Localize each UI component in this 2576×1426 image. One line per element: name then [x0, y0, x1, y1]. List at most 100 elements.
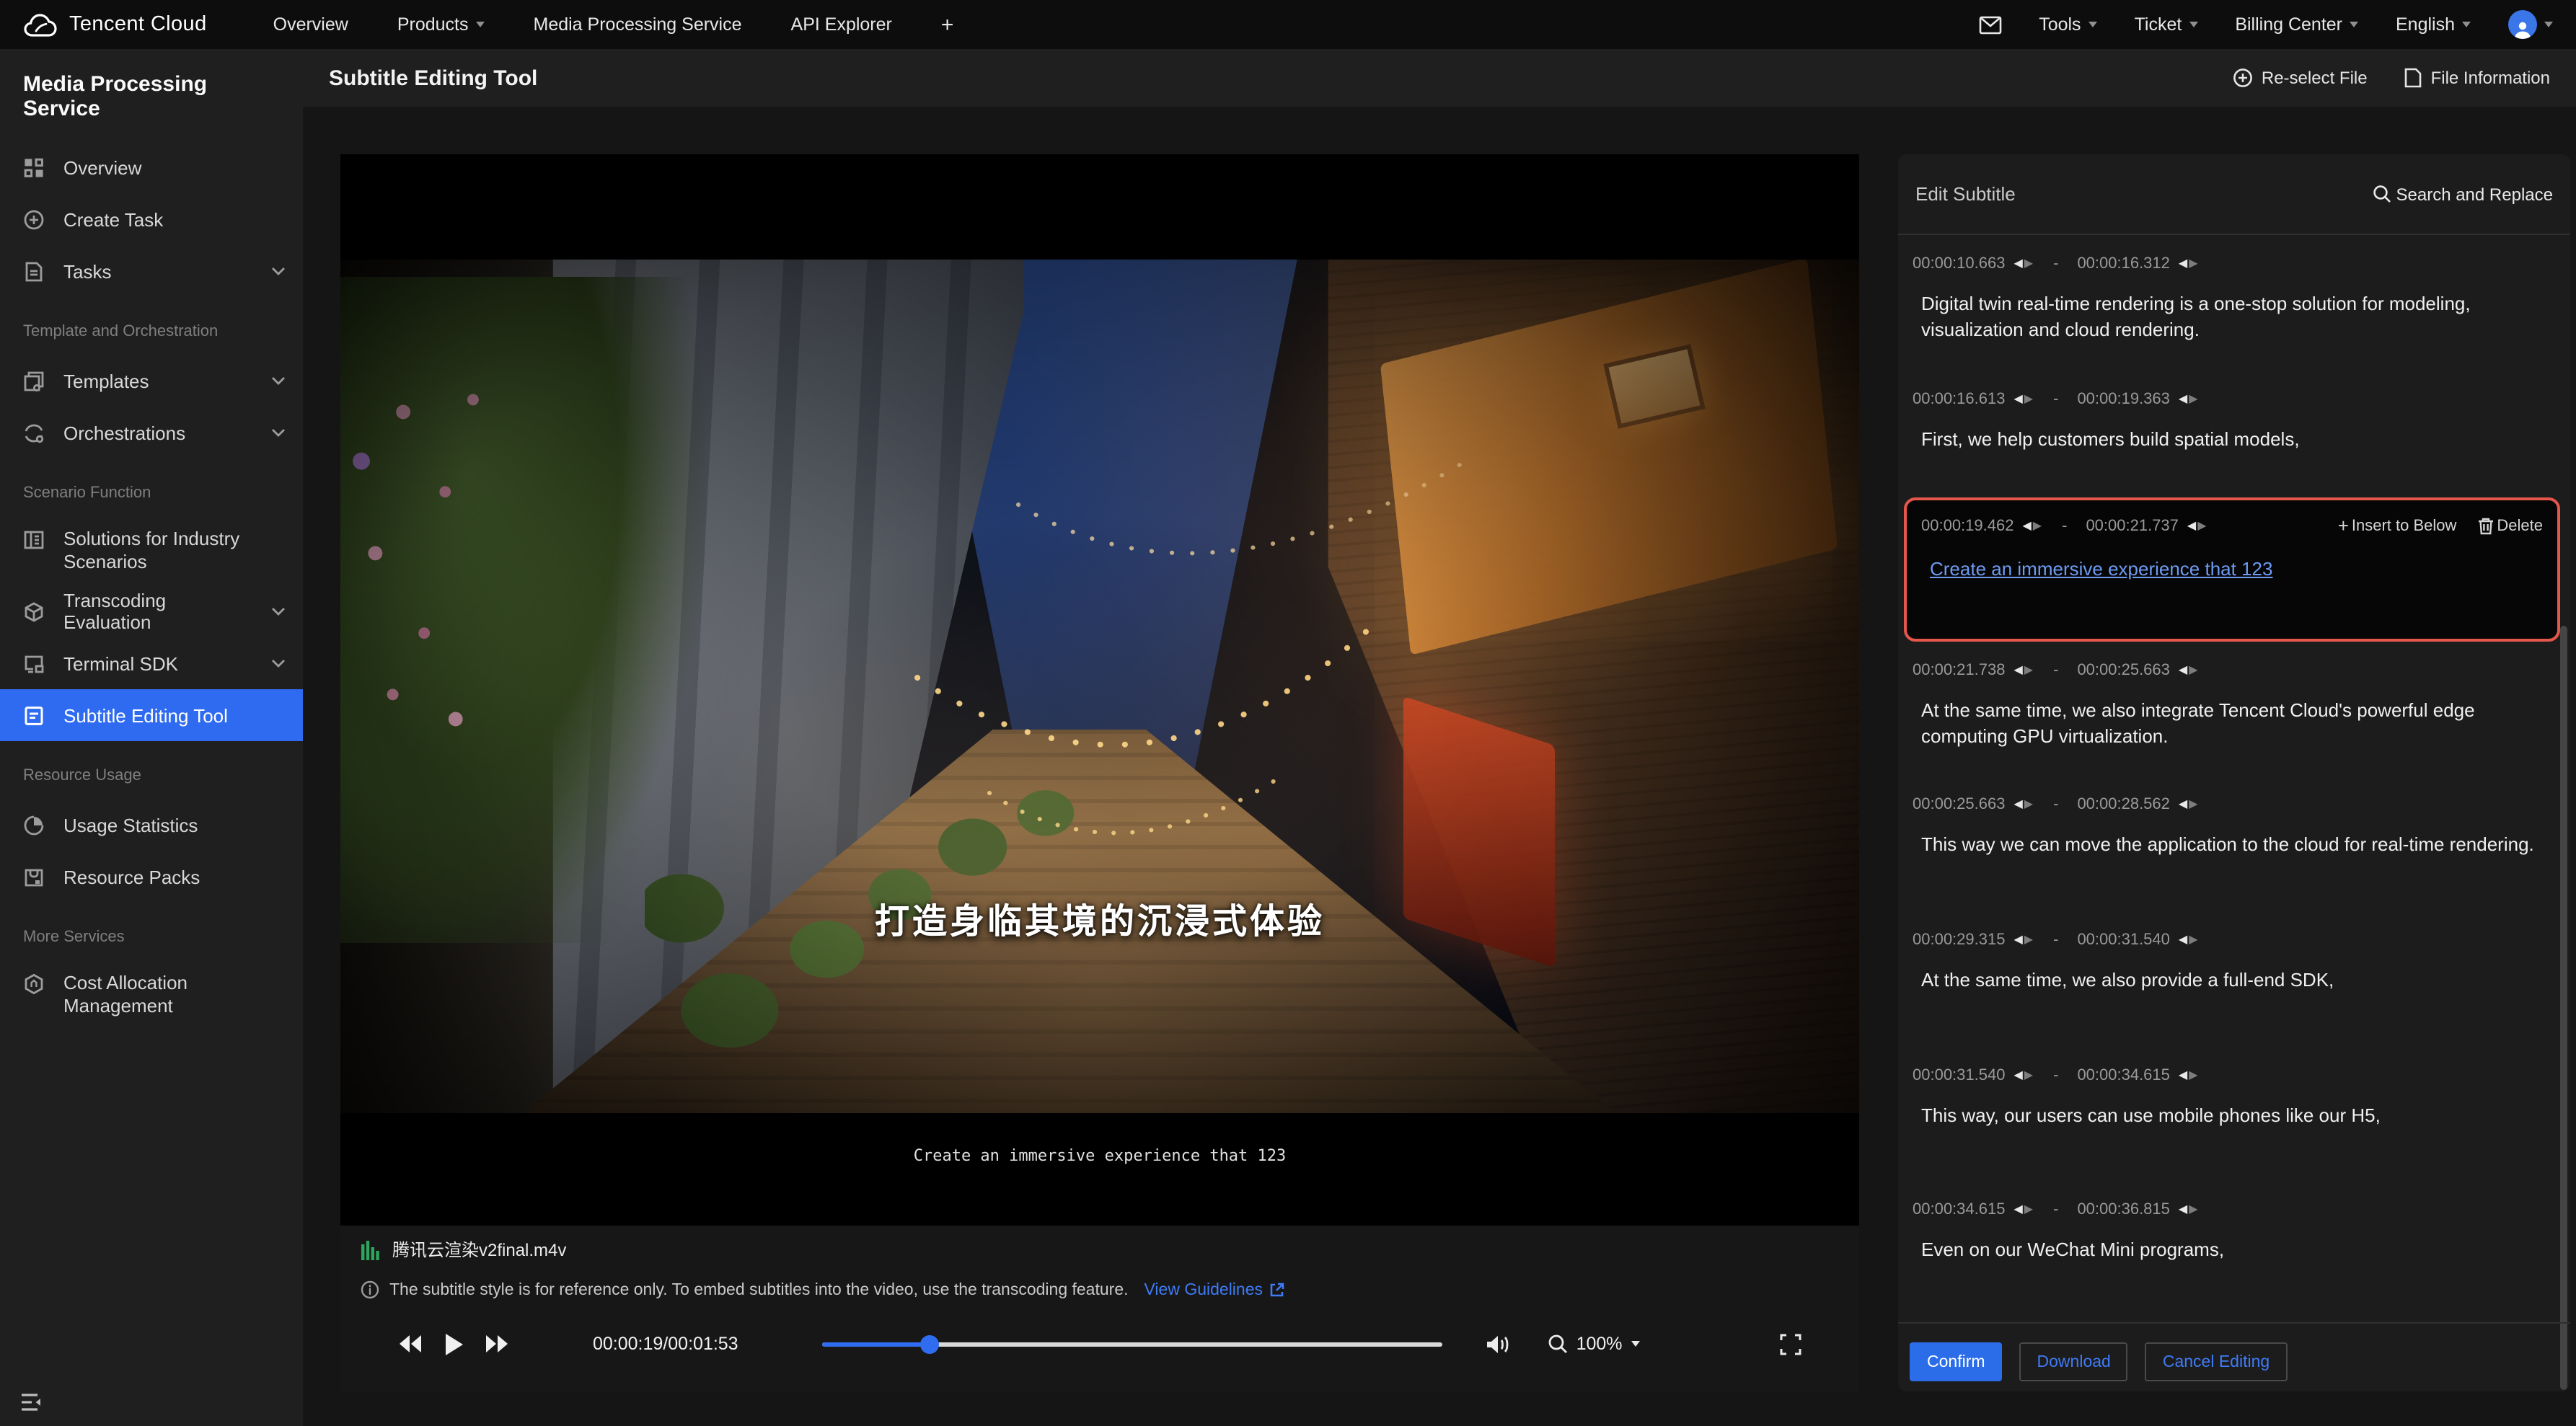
scrollbar-thumb[interactable] [2560, 626, 2567, 1390]
equalizer-icon [361, 1239, 381, 1259]
nudge-right-icon[interactable]: ▶ [2189, 799, 2197, 810]
entry-text[interactable]: First, we help customers build spatial m… [1921, 427, 2547, 453]
sidebar-item-orchestrations[interactable]: Orchestrations [0, 407, 303, 459]
sidebar: Media Processing Service Overview Create… [0, 49, 303, 1426]
nudge-right-icon[interactable]: ▶ [2197, 520, 2206, 531]
entry-start-time: 00:00:16.613 [1913, 391, 2005, 408]
scene-vignette [340, 260, 1859, 1113]
mail-icon[interactable] [1978, 15, 2001, 34]
top-nav-left: Overview Products Media Processing Servi… [273, 12, 954, 37]
view-guidelines-link[interactable]: View Guidelines [1144, 1281, 1285, 1298]
nudge-right-icon[interactable]: ▶ [2189, 1070, 2197, 1081]
nudge-left-icon[interactable]: ◀ [2179, 394, 2187, 405]
entry-text[interactable]: This way we can move the application to … [1921, 832, 2547, 858]
nudge-left-icon[interactable]: ◀ [2179, 1204, 2187, 1215]
nudge-left-icon[interactable]: ◀ [2013, 934, 2022, 946]
nudge-left-icon[interactable]: ◀ [2013, 665, 2022, 676]
cube-icon [23, 601, 46, 622]
nav-billing-center[interactable]: Billing Center [2235, 14, 2358, 35]
sidebar-item-usage-statistics[interactable]: Usage Statistics [0, 799, 303, 851]
progress-slider[interactable] [822, 1342, 1442, 1346]
reselect-file-button[interactable]: Re-select File [2233, 68, 2368, 88]
zoom-level: 100% [1576, 1334, 1623, 1354]
nudge-right-icon[interactable]: ▶ [2024, 1204, 2033, 1215]
collapse-sidebar-icon[interactable] [20, 1393, 43, 1412]
account-menu[interactable] [2508, 10, 2553, 39]
nudge-left-icon[interactable]: ◀ [2179, 258, 2187, 270]
nudge-left-icon[interactable]: ◀ [2022, 520, 2031, 531]
sidebar-item-overview[interactable]: Overview [0, 141, 303, 193]
nudge-right-icon[interactable]: ▶ [2189, 934, 2197, 946]
nudge-left-icon[interactable]: ◀ [2013, 799, 2022, 810]
entry-text[interactable]: At the same time, we also integrate Tenc… [1921, 698, 2547, 750]
nudge-right-icon[interactable]: ▶ [2189, 1204, 2197, 1215]
zoom-control[interactable]: 100% [1548, 1334, 1640, 1354]
nav-ticket[interactable]: Ticket [2135, 14, 2198, 35]
entry-text[interactable]: Even on our WeChat Mini programs, [1921, 1237, 2547, 1263]
subtitle-entry-active[interactable]: 00:00:19.462 ◀▶ - 00:00:21.737 ◀▶ + Inse… [1904, 497, 2560, 642]
add-tab-button[interactable]: + [941, 12, 954, 37]
sidebar-item-transcoding-evaluation[interactable]: Transcoding Evaluation [0, 585, 303, 637]
nudge-left-icon[interactable]: ◀ [2013, 1070, 2022, 1081]
sidebar-item-solutions[interactable]: Solutions for Industry Scenarios [0, 516, 303, 585]
nudge-left-icon[interactable]: ◀ [2013, 1204, 2022, 1215]
nav-media-processing-service[interactable]: Media Processing Service [534, 14, 742, 35]
transport-controls [398, 1333, 509, 1355]
nudge-left-icon[interactable]: ◀ [2187, 520, 2196, 531]
rewind-button[interactable] [398, 1335, 423, 1352]
nav-overview[interactable]: Overview [273, 14, 348, 35]
player-controls: 00:00:19/00:01:53 [361, 1321, 1839, 1367]
sidebar-item-tasks[interactable]: Tasks [0, 245, 303, 297]
subtitle-entry: 00:00:25.663 ◀▶ - 00:00:28.562 ◀▶ This w… [1913, 796, 2547, 858]
chevron-down-icon [271, 659, 286, 668]
confirm-button[interactable]: Confirm [1910, 1342, 2003, 1381]
nudge-right-icon[interactable]: ▶ [2189, 258, 2197, 270]
insert-to-below-button[interactable]: + Insert to Below [2338, 516, 2457, 535]
hexagon-icon [23, 973, 46, 995]
progress-handle[interactable] [921, 1334, 940, 1353]
nav-products[interactable]: Products [397, 14, 485, 35]
entry-text[interactable]: Digital twin real-time rendering is a on… [1921, 291, 2547, 343]
nudge-left-icon[interactable]: ◀ [2013, 258, 2022, 270]
sidebar-item-resource-packs[interactable]: Resource Packs [0, 851, 303, 903]
nudge-right-icon[interactable]: ▶ [2024, 799, 2033, 810]
sidebar-item-terminal-sdk[interactable]: Terminal SDK [0, 637, 303, 689]
nudge-left-icon[interactable]: ◀ [2179, 799, 2187, 810]
nav-language[interactable]: English [2396, 14, 2471, 35]
video-container[interactable]: 打造身临其境的沉浸式体验 Create an immersive experie… [340, 154, 1859, 1226]
nudge-right-icon[interactable]: ▶ [2024, 665, 2033, 676]
play-button[interactable] [444, 1333, 463, 1355]
sidebar-item-subtitle-editing-tool[interactable]: Subtitle Editing Tool [0, 689, 303, 741]
entry-text[interactable]: This way, our users can use mobile phone… [1921, 1103, 2547, 1129]
entry-end-time: 00:00:25.663 [2077, 662, 2169, 679]
nudge-right-icon[interactable]: ▶ [2024, 934, 2033, 946]
nav-api-explorer[interactable]: API Explorer [791, 14, 892, 35]
nudge-right-icon[interactable]: ▶ [2024, 1070, 2033, 1081]
cancel-editing-button[interactable]: Cancel Editing [2145, 1342, 2287, 1381]
volume-icon[interactable] [1486, 1333, 1510, 1355]
delete-entry-button[interactable]: Delete [2478, 517, 2543, 534]
tencent-cloud-logo[interactable]: Tencent Cloud [23, 12, 207, 37]
fullscreen-icon[interactable] [1780, 1333, 1801, 1355]
entry-start-time: 00:00:19.462 [1921, 517, 2013, 534]
nudge-left-icon[interactable]: ◀ [2013, 394, 2022, 405]
file-information-button[interactable]: File Information [2405, 68, 2550, 88]
nudge-right-icon[interactable]: ▶ [2033, 520, 2042, 531]
nudge-left-icon[interactable]: ◀ [2179, 934, 2187, 946]
nav-tools[interactable]: Tools [2039, 14, 2096, 35]
search-and-replace-button[interactable]: Search and Replace [2373, 184, 2554, 204]
sidebar-item-cost-allocation[interactable]: Cost Allocation Management [0, 960, 303, 1029]
sidebar-item-create-task[interactable]: Create Task [0, 193, 303, 245]
entry-text-editing[interactable]: Create an immersive experience that 123 [1930, 558, 2272, 580]
nudge-left-icon[interactable]: ◀ [2179, 1070, 2187, 1081]
download-button[interactable]: Download [2020, 1342, 2128, 1381]
nudge-right-icon[interactable]: ▶ [2024, 394, 2033, 405]
nudge-right-icon[interactable]: ▶ [2189, 665, 2197, 676]
nudge-right-icon[interactable]: ▶ [2189, 394, 2197, 405]
entry-text[interactable]: At the same time, we also provide a full… [1921, 967, 2547, 993]
nudge-left-icon[interactable]: ◀ [2179, 665, 2187, 676]
fast-forward-button[interactable] [485, 1335, 509, 1352]
nudge-right-icon[interactable]: ▶ [2024, 258, 2033, 270]
sidebar-item-templates[interactable]: Templates [0, 355, 303, 407]
entry-start-time: 00:00:10.663 [1913, 255, 2005, 273]
